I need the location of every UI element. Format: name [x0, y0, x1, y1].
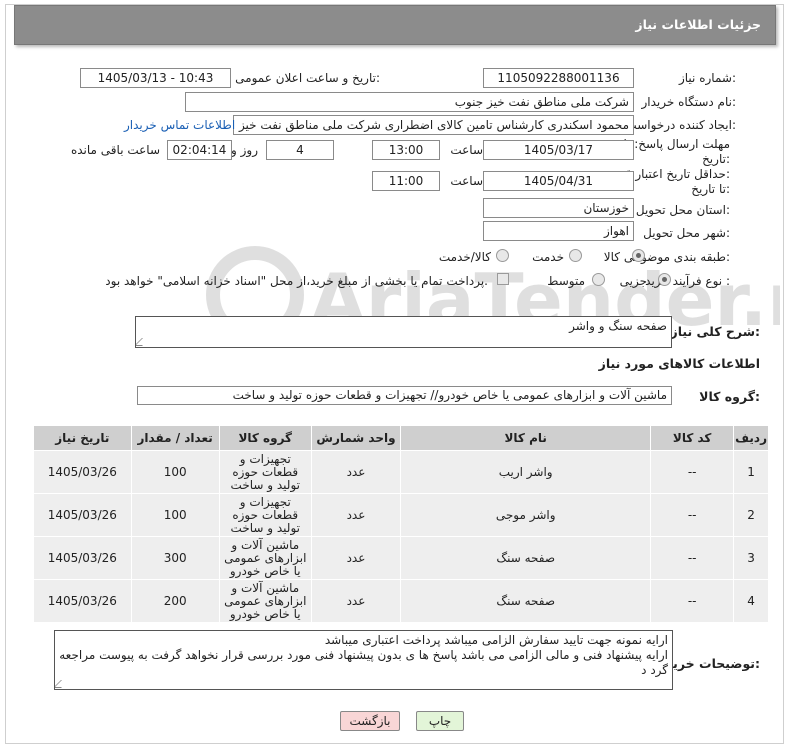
province-field: خوزستان	[483, 198, 634, 218]
category-goods-label: کالا	[603, 250, 620, 264]
time-remaining-field: 02:04:14	[167, 140, 232, 160]
cell-item-name: واشر اریب	[400, 450, 652, 494]
cell-item-name: واشر موجی	[400, 493, 652, 537]
back-button[interactable]: بازگشت	[340, 711, 400, 731]
cell-need-date: 1405/03/26	[33, 450, 132, 494]
creator-label: ایجاد کننده درخواست:	[625, 118, 736, 132]
cell-unit: عدد	[310, 450, 402, 494]
deadline-time-label: ساعت	[450, 143, 483, 157]
need-number-field: 1105092288001136	[483, 68, 634, 88]
cell-need-date: 1405/03/26	[33, 493, 132, 537]
cell-unit: عدد	[310, 493, 402, 537]
cell-quantity: 300	[130, 536, 220, 580]
col-item-code: کد کالا	[650, 425, 735, 451]
col-row-number: ردیف	[733, 425, 769, 451]
buyer-notes-line-2: ارایه پیشنهاد فنی و مالی الزامی می باشد …	[59, 648, 668, 677]
items-table: ردیف کد کالا نام کالا واحد شمارش گروه کا…	[33, 425, 769, 623]
cell-item-code: --	[650, 493, 735, 537]
cell-unit: عدد	[310, 536, 402, 580]
cell-group: ماشین آلات و ابزارهای عمومی یا خاص خودرو	[218, 536, 312, 580]
description-field[interactable]: صفحه سنگ و واشر	[135, 316, 672, 348]
cell-item-code: --	[650, 579, 735, 623]
col-need-date: تاریخ نیاز	[33, 425, 132, 451]
days-label: روز و	[231, 143, 258, 157]
validity-time-label: ساعت	[450, 174, 483, 188]
time-remaining-label: ساعت باقی مانده	[70, 143, 160, 157]
deadline-label-2: تاریخ:	[702, 152, 730, 166]
validity-label-2: تا تاریخ:	[691, 182, 730, 196]
category-service-label: خدمت	[532, 250, 564, 264]
cell-quantity: 200	[130, 579, 220, 623]
validity-date-field: 1405/04/31	[483, 171, 634, 191]
buyer-contact-link[interactable]: اطلاعات تماس خریدار	[124, 118, 235, 132]
table-row: 2 -- واشر موجی عدد تجهیزات و قطعات حوزه …	[33, 493, 769, 537]
deadline-date-field: 1405/03/17	[483, 140, 634, 160]
announce-field: 1405/03/13 - 10:43	[80, 68, 231, 88]
buyer-label: نام دستگاه خریدار:	[641, 95, 737, 109]
resize-handle-icon[interactable]	[55, 680, 69, 688]
cell-item-code: --	[650, 536, 735, 580]
col-item-name: نام کالا	[400, 425, 652, 451]
buyer-notes-line-1: ارایه نمونه جهت تایید سفارش الزامی میباش…	[324, 633, 668, 647]
treasury-payment-checkbox[interactable]	[497, 273, 509, 285]
deadline-label: مهلت ارسال پاسخ: تا	[623, 137, 730, 151]
city-field: اهواز	[483, 221, 634, 241]
process-medium-label: متوسط	[547, 274, 585, 288]
description-text: صفحه سنگ و واشر	[569, 319, 667, 333]
category-goods-radio[interactable]	[632, 249, 645, 262]
cell-group: ماشین آلات و ابزارهای عمومی یا خاص خودرو	[218, 579, 312, 623]
goods-group-label: گروه کالا:	[699, 389, 760, 404]
table-row: 1 -- واشر اریب عدد تجهیزات و قطعات حوزه …	[33, 450, 769, 494]
cell-unit: عدد	[310, 579, 402, 623]
goods-group-field: ماشین آلات و ابزارهای عمومی یا خاص خودرو…	[137, 386, 672, 405]
col-group: گروه کالا	[218, 425, 312, 451]
col-quantity: تعداد / مقدار	[130, 425, 220, 451]
announce-label: تاریخ و ساعت اعلان عمومی:	[235, 71, 380, 85]
description-label: شرح کلی نیاز:	[670, 324, 761, 339]
cell-row-number: 2	[733, 493, 769, 537]
table-row: 3 -- صفحه سنگ عدد ماشین آلات و ابزارهای …	[33, 536, 769, 580]
cell-row-number: 4	[733, 579, 769, 623]
resize-handle-icon[interactable]	[136, 338, 150, 346]
cell-item-code: --	[650, 450, 735, 494]
cell-item-name: صفحه سنگ	[400, 579, 652, 623]
buyer-field: شرکت ملی مناطق نفت خیز جنوب	[185, 92, 634, 112]
category-service-radio[interactable]	[569, 249, 582, 262]
cell-quantity: 100	[130, 493, 220, 537]
deadline-time-field: 13:00	[372, 140, 440, 160]
validity-time-field: 11:00	[372, 171, 440, 191]
cell-group: تجهیزات و قطعات حوزه تولید و ساخت	[218, 493, 312, 537]
buyer-notes-field[interactable]: ارایه نمونه جهت تایید سفارش الزامی میباش…	[54, 630, 673, 690]
goods-info-title: اطلاعات کالاهای مورد نیاز	[598, 356, 760, 371]
creator-field: محمود اسکندری کارشناس تامین کالای اضطرار…	[233, 115, 634, 135]
city-label: شهر محل تحویل:	[643, 226, 730, 240]
process-minor-label: جزیی	[619, 274, 647, 288]
page-title: جزئیات اطلاعات نیاز	[635, 17, 761, 32]
treasury-payment-note: پرداخت تمام یا بخشی از مبلغ خرید،از محل …	[105, 274, 488, 288]
cell-item-name: صفحه سنگ	[400, 536, 652, 580]
table-row: 4 -- صفحه سنگ عدد ماشین آلات و ابزارهای …	[33, 579, 769, 623]
print-button[interactable]: چاپ	[416, 711, 464, 731]
cell-group: تجهیزات و قطعات حوزه تولید و ساخت	[218, 450, 312, 494]
cell-need-date: 1405/03/26	[33, 579, 132, 623]
cell-need-date: 1405/03/26	[33, 536, 132, 580]
province-label: استان محل تحویل:	[635, 203, 730, 217]
cell-row-number: 1	[733, 450, 769, 494]
category-both-radio[interactable]	[496, 249, 509, 262]
need-number-label: شماره نیاز:	[678, 71, 736, 85]
col-unit: واحد شمارش	[310, 425, 402, 451]
cell-row-number: 3	[733, 536, 769, 580]
page-header: جزئیات اطلاعات نیاز	[14, 5, 776, 45]
process-minor-radio[interactable]	[658, 273, 671, 286]
category-both-label: کالا/خدمت	[438, 250, 491, 264]
process-medium-radio[interactable]	[592, 273, 605, 286]
cell-quantity: 100	[130, 450, 220, 494]
table-header-row: ردیف کد کالا نام کالا واحد شمارش گروه کا…	[33, 425, 769, 451]
days-remaining-field: 4	[266, 140, 334, 160]
